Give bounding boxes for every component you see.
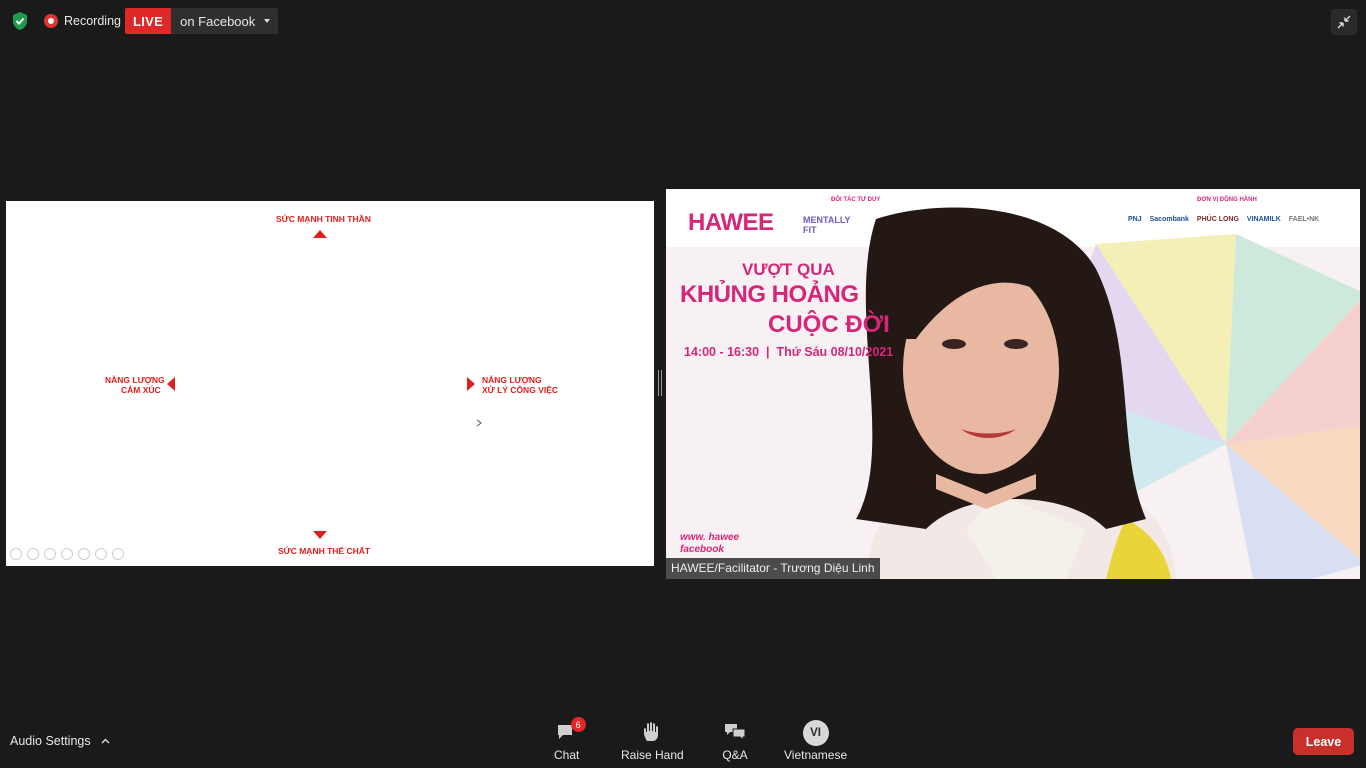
slide-right-label-line2: XỬ LÝ CÔNG VIỆC (482, 385, 559, 395)
partner-heading: ĐỐI TÁC TƯ DUY (831, 197, 881, 203)
slide-top-label: SỨC MẠNH TINH THẦN (276, 214, 371, 224)
slide-right-label: NĂNG LƯỢNG XỬ LÝ CÔNG VIỆC (482, 375, 558, 395)
chevron-up-icon (101, 738, 110, 744)
live-stream-dropdown[interactable]: on Facebook (171, 8, 279, 34)
sponsor-faelink: FAEL•NK (1288, 216, 1320, 223)
participant-video[interactable]: HAWEE ĐỐI TÁC TƯ DUY MENTALLY FIT ĐƠN VỊ… (666, 189, 1360, 579)
arrow-down-icon (313, 531, 327, 539)
leave-button[interactable]: Leave (1293, 728, 1354, 755)
split-view-divider[interactable] (658, 370, 662, 396)
sponsor-vinamilk: VINAMILK (1246, 216, 1281, 223)
raise-hand-button[interactable]: Raise Hand (621, 720, 684, 762)
slide-left-label-line2: CẢM XÚC (121, 385, 161, 395)
language-initials-icon: VI (802, 720, 829, 746)
next-slide-icon[interactable] (27, 548, 39, 560)
recording-indicator[interactable]: Recording (44, 13, 121, 29)
partner-name: MENTALLY FIT (803, 215, 851, 235)
event-website: www. hawee (680, 532, 740, 543)
chat-unread-badge: 6 (570, 717, 586, 732)
security-shield-icon[interactable] (11, 11, 29, 31)
sponsor-pnj: PNJ (1128, 216, 1142, 223)
event-title-line3: CUỘC ĐỜI (768, 311, 890, 338)
arrow-up-icon (313, 230, 327, 238)
arrow-left-icon (167, 377, 175, 391)
hawee-logo: HAWEE (688, 209, 774, 236)
chat-button[interactable]: 6 Chat (554, 717, 586, 762)
audio-settings-button[interactable]: Audio Settings (10, 734, 110, 748)
audio-settings-label: Audio Settings (10, 734, 91, 748)
slide-right-label-line1: NĂNG LƯỢNG (482, 375, 542, 385)
live-badge: LIVE (125, 8, 172, 34)
video-frame (666, 189, 1360, 579)
event-title-line2: KHỦNG HOẢNG (680, 281, 859, 308)
qa-label: Q&A (722, 748, 748, 762)
slideshow-controls (10, 548, 124, 560)
participant-name-label: HAWEE/Facilitator - Trương Diệu Linh (666, 558, 880, 579)
shared-slide[interactable]: SỨC MẠNH TINH THẦN NĂNG LƯỢNG CẢM XÚC NĂ… (6, 201, 654, 566)
sponsor-heading: ĐƠN VỊ ĐỒNG HÀNH (1197, 197, 1257, 203)
raise-hand-icon (644, 722, 659, 741)
sponsor-logos: PNJ Sacombank PHÚC LONG VINAMILK FAEL•NK (1128, 216, 1319, 223)
zoom-icon[interactable] (78, 548, 90, 560)
exit-fullscreen-button[interactable] (1331, 9, 1357, 35)
live-stream-control[interactable]: LIVE on Facebook (125, 8, 279, 34)
language-label: Vietnamese (784, 748, 848, 762)
subtitles-icon[interactable] (95, 548, 107, 560)
pen-icon[interactable] (44, 548, 56, 560)
exit-fullscreen-icon (1337, 15, 1351, 29)
qa-icon (725, 724, 746, 742)
recording-icon (44, 14, 58, 28)
sponsor-phuclong: PHÚC LONG (1196, 216, 1239, 223)
see-all-slides-icon[interactable] (61, 548, 73, 560)
previous-slide-icon[interactable] (10, 548, 22, 560)
event-social: facebook (680, 544, 724, 555)
arrow-right-icon (467, 377, 475, 391)
raise-hand-label: Raise Hand (621, 748, 684, 762)
slide-left-label-line1: NĂNG LƯỢNG (105, 375, 165, 385)
stream-target-label: on Facebook (180, 13, 256, 29)
event-schedule: 14:00 - 16:30 | Thứ Sáu 08/10/2021 (684, 345, 894, 359)
recording-label: Recording (64, 14, 121, 28)
mouse-cursor-icon (476, 419, 482, 427)
language-interpretation-button[interactable]: VI Vietnamese (784, 720, 847, 762)
qa-button[interactable]: Q&A (722, 720, 748, 762)
slide-bottom-label: SỨC MẠNH THỂ CHẤT (278, 546, 371, 556)
more-options-icon[interactable] (112, 548, 124, 560)
event-title-line1: VƯỢT QUA (742, 260, 835, 279)
sponsor-sacombank: Sacombank (1149, 216, 1189, 223)
chevron-down-icon (264, 19, 271, 23)
chat-label: Chat (554, 748, 580, 762)
slide-left-label: NĂNG LƯỢNG CẢM XÚC (105, 375, 165, 395)
